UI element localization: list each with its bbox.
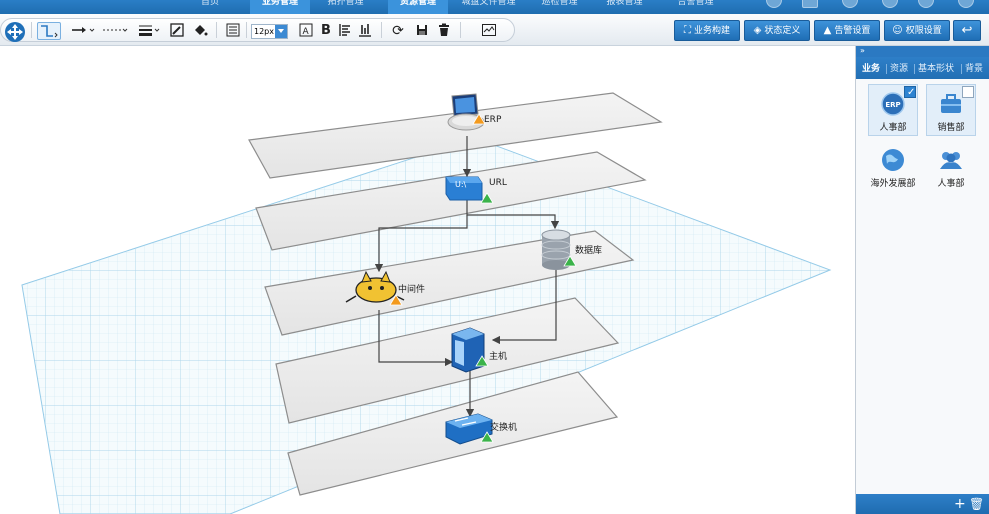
collapse-toggle[interactable]: » bbox=[856, 46, 989, 57]
node-label-switch: 交换机 bbox=[490, 423, 518, 433]
refresh-icon[interactable]: ⟳ bbox=[389, 22, 407, 40]
nav-tab-report[interactable]: 报表管理 bbox=[597, 0, 652, 14]
node-label-middleware: 中间件 bbox=[398, 285, 426, 295]
globe-icon[interactable] bbox=[766, 0, 782, 8]
sitemap-icon: ⛶ bbox=[683, 25, 691, 36]
palette-item-hr[interactable]: 人事部 bbox=[926, 141, 976, 193]
tab-background[interactable]: 背景 bbox=[965, 63, 983, 75]
node-label-host: 主机 bbox=[489, 352, 508, 362]
text-block-icon[interactable] bbox=[224, 22, 242, 40]
align-left-icon[interactable] bbox=[337, 22, 353, 40]
palette-item-sales[interactable]: 销售部 bbox=[926, 84, 976, 136]
arrow-style-icon[interactable] bbox=[70, 22, 96, 40]
move-icon[interactable] bbox=[4, 21, 26, 43]
topology-canvas[interactable]: ERP URL U:\ 数据库 中间件 主机 交换机 bbox=[0, 47, 855, 514]
back-button[interactable]: ↩ bbox=[953, 20, 981, 41]
layers-icon: ◈ bbox=[753, 25, 762, 36]
nav-tab-topology[interactable]: 拓扑管理 bbox=[318, 0, 373, 14]
tab-resource[interactable]: 资源 bbox=[890, 63, 908, 75]
power-icon[interactable] bbox=[958, 0, 974, 8]
tab-business[interactable]: 业务 bbox=[862, 63, 880, 75]
back-arrow-icon: ↩ bbox=[961, 23, 973, 38]
item-checkbox[interactable] bbox=[962, 86, 974, 98]
svg-text:A: A bbox=[303, 27, 310, 37]
nav-tab-business[interactable]: 业务管理 bbox=[250, 0, 310, 14]
erp-globe-icon: ERP bbox=[880, 91, 906, 117]
bold-icon[interactable]: B bbox=[318, 22, 334, 40]
palette-item-hr-erp[interactable]: ERP 人事部 bbox=[868, 84, 918, 136]
font-size-select[interactable]: 12px bbox=[251, 24, 288, 39]
biz-build-button[interactable]: ⛶ 业务构建 bbox=[674, 20, 740, 41]
topology-diagram bbox=[21, 92, 832, 514]
top-navigation: 首页 业务管理 拓扑管理 资源管理 城盘文件管理 巡检管理 报表管理 告警管理 bbox=[0, 0, 989, 14]
palette-item-overseas[interactable]: 海外发展部 bbox=[868, 141, 918, 193]
alarm-set-button[interactable]: ▲ 告警设置 bbox=[814, 20, 880, 41]
people-icon bbox=[938, 147, 964, 173]
briefcase-icon bbox=[938, 91, 964, 117]
nav-tab-inspection[interactable]: 巡检管理 bbox=[532, 0, 587, 14]
fill-bucket-icon[interactable] bbox=[191, 22, 209, 40]
perm-set-button[interactable]: ☺ 权限设置 bbox=[884, 20, 950, 41]
palette-footer: + 🗑 bbox=[856, 494, 989, 514]
line-dash-icon[interactable] bbox=[101, 22, 129, 40]
node-label-erp: ERP bbox=[484, 115, 502, 125]
trash-icon[interactable]: 🗑 bbox=[969, 495, 984, 513]
palette-body: ERP 人事部 销售部 海外发展部 人事部 bbox=[856, 79, 989, 494]
node-label-url: URL bbox=[489, 178, 507, 188]
monitor-icon[interactable] bbox=[802, 0, 818, 8]
user-icon[interactable] bbox=[882, 0, 898, 8]
pen-icon[interactable] bbox=[168, 22, 186, 40]
settings-icon[interactable] bbox=[918, 0, 934, 8]
user-icon: ☺ bbox=[892, 25, 903, 36]
node-label-database: 数据库 bbox=[575, 246, 603, 256]
line-width-icon[interactable] bbox=[137, 22, 161, 40]
double-chevron-right-icon: » bbox=[860, 46, 865, 55]
warning-icon: ▲ bbox=[823, 25, 832, 36]
nav-tab-files[interactable]: 城盘文件管理 bbox=[456, 0, 521, 14]
state-def-button[interactable]: ◈ 状态定义 bbox=[744, 20, 810, 41]
palette-panel: » 业务 资源 基本形状 背景 ERP 人事部 销售部 海外发展部 bbox=[855, 46, 989, 514]
globe-icon bbox=[880, 147, 906, 173]
nav-tab-resource[interactable]: 资源管理 bbox=[388, 0, 448, 14]
url-chip-text: U:\ bbox=[455, 180, 467, 189]
delete-icon[interactable] bbox=[435, 22, 453, 40]
connector-type-icon[interactable] bbox=[37, 22, 61, 40]
nav-tab-alarm[interactable]: 告警管理 bbox=[668, 0, 723, 14]
svg-text:ERP: ERP bbox=[885, 101, 900, 109]
font-box-icon[interactable]: A bbox=[298, 22, 314, 40]
item-checkbox[interactable] bbox=[904, 86, 916, 98]
align-bottom-icon[interactable] bbox=[357, 22, 373, 40]
nav-tab-home[interactable]: 首页 bbox=[185, 0, 235, 14]
chart-icon[interactable] bbox=[480, 22, 498, 40]
tab-basic-shapes[interactable]: 基本形状 bbox=[918, 63, 954, 75]
add-icon[interactable]: + bbox=[954, 495, 966, 513]
clock-icon[interactable] bbox=[842, 0, 858, 8]
save-icon[interactable] bbox=[413, 22, 431, 40]
